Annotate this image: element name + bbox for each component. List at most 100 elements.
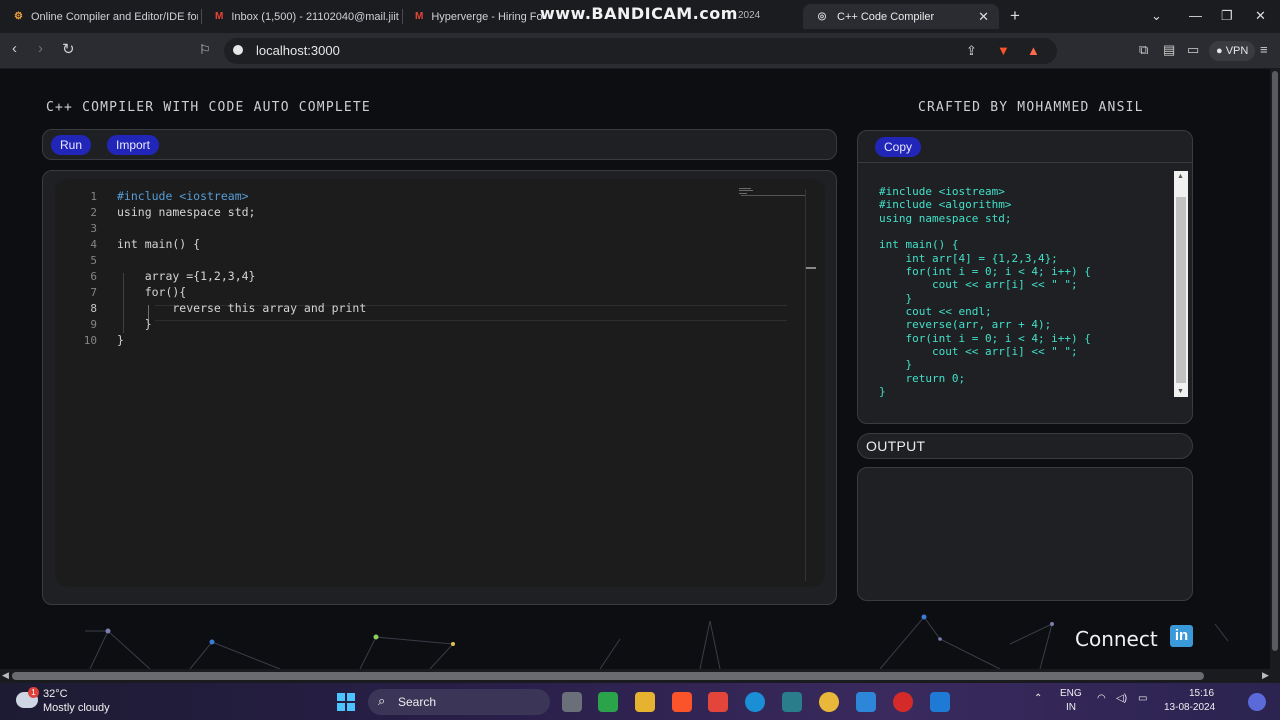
new-tab-icon[interactable]: +: [1010, 6, 1020, 26]
notepad-icon[interactable]: [856, 692, 876, 712]
scroll-right-icon[interactable]: ▶: [1262, 670, 1269, 681]
terminal-icon[interactable]: [782, 692, 802, 712]
line-number: 7: [90, 286, 97, 299]
line-number: 1: [90, 190, 97, 203]
weather-desc[interactable]: Mostly cloudy: [43, 702, 110, 714]
code-line: }: [117, 317, 152, 331]
editor-scrollbar[interactable]: [805, 189, 806, 581]
reload-icon[interactable]: ↻: [62, 40, 75, 58]
vpn-label: VPN: [1225, 45, 1249, 57]
scroll-up-icon[interactable]: ▲: [1177, 173, 1184, 180]
bookmark-icon[interactable]: ⚐: [199, 42, 211, 58]
region-code[interactable]: IN: [1066, 702, 1076, 713]
run-button[interactable]: Run: [51, 135, 92, 155]
line-number: 5: [90, 254, 97, 267]
start-icon[interactable]: [337, 693, 355, 711]
volume-icon[interactable]: ◁): [1116, 693, 1127, 704]
browser-tab-active[interactable]: ◎ C++ Code Compiler ✕: [803, 4, 999, 29]
edge-icon[interactable]: [745, 692, 765, 712]
browser-tab[interactable]: M Hyperverge - Hiring For: [403, 4, 543, 29]
gmail-icon: M: [415, 11, 424, 22]
sidebar-icon[interactable]: ▤: [1163, 42, 1175, 58]
page-vertical-scrollbar[interactable]: [1270, 69, 1280, 669]
tab-title: Inbox (1,500) - 21102040@mail.jiit.a: [231, 10, 399, 23]
line-number: 3: [90, 222, 97, 235]
share-icon[interactable]: ⇪: [966, 43, 977, 59]
tab-divider: [201, 9, 202, 24]
browser-tab-bar: ⚙ Online Compiler and Editor/IDE for M I…: [0, 0, 1280, 33]
result-code-line: cout << arr[i] << " ";: [879, 345, 1078, 358]
page-horizontal-scrollbar[interactable]: ◀ ▶: [0, 669, 1280, 683]
browser-tab[interactable]: M Inbox (1,500) - 21102040@mail.jiit.a: [203, 4, 399, 29]
weather-badge: 1: [28, 687, 39, 698]
weather-temp[interactable]: 32°C: [43, 688, 68, 700]
language-code[interactable]: ENG: [1060, 688, 1082, 699]
web-page: C++ COMPILER WITH CODE AUTO COMPLETE CRA…: [0, 69, 1270, 669]
result-code-line: }: [879, 385, 886, 398]
output-panel: [857, 467, 1193, 601]
widget-app-icon[interactable]: [598, 692, 618, 712]
vscode-icon[interactable]: [930, 692, 950, 712]
gmail-icon: M: [215, 11, 224, 22]
brave-rewards-icon[interactable]: ▲: [1027, 43, 1040, 58]
watermark-year: 2024: [738, 10, 761, 21]
result-code-line: using namespace std;: [879, 212, 1012, 225]
vpn-button[interactable]: ● VPN: [1209, 41, 1256, 61]
app-title: C++ COMPILER WITH CODE AUTO COMPLETE: [46, 100, 371, 115]
tray-chevron-icon[interactable]: ⌃: [1034, 693, 1042, 704]
code-line: int main() {: [117, 237, 201, 251]
battery-icon[interactable]: ▭: [1138, 693, 1147, 704]
scroll-left-icon[interactable]: ◀: [2, 670, 9, 681]
file-explorer-icon[interactable]: [635, 692, 655, 712]
record-icon[interactable]: [893, 692, 913, 712]
taskbar-search[interactable]: ⌕ Search: [368, 689, 550, 715]
import-button[interactable]: Import: [107, 135, 160, 155]
output-title: OUTPUT: [866, 438, 926, 454]
address-bar[interactable]: localhost:3000 ⇪ ▼ ▲: [224, 38, 1057, 64]
editor-minimap[interactable]: [739, 187, 809, 199]
tab-list-chevron-icon[interactable]: ⌄: [1151, 8, 1162, 24]
minimize-icon[interactable]: —: [1189, 8, 1202, 23]
restore-icon[interactable]: ❐: [1221, 8, 1233, 24]
brave-shields-icon[interactable]: ▼: [997, 43, 1010, 58]
line-number: 4: [90, 238, 97, 251]
brave-browser-icon[interactable]: [672, 692, 692, 712]
result-code-line: cout << endl;: [879, 305, 992, 318]
scroll-thumb[interactable]: [1272, 71, 1278, 651]
browser-tab[interactable]: ⚙ Online Compiler and Editor/IDE for: [2, 4, 198, 29]
search-label: Search: [398, 695, 437, 709]
wallet-icon[interactable]: ▭: [1187, 42, 1199, 58]
result-code-line: int main() {: [879, 238, 959, 251]
clock-time[interactable]: 15:16: [1189, 688, 1214, 699]
microsoft-store-icon[interactable]: [708, 692, 728, 712]
result-code-line: return 0;: [879, 372, 966, 385]
line-number: 9: [90, 318, 97, 331]
menu-icon[interactable]: ≡: [1260, 42, 1268, 57]
code-line: #include <iostream>: [117, 189, 249, 203]
copilot-icon[interactable]: [1248, 693, 1266, 711]
wifi-icon[interactable]: ◠: [1097, 693, 1106, 704]
code-line: array ={1,2,3,4}: [117, 269, 256, 283]
linkedin-icon[interactable]: in: [1170, 625, 1193, 647]
forward-icon[interactable]: ›: [38, 40, 43, 57]
clock-date[interactable]: 13-08-2024: [1164, 702, 1215, 713]
result-scrollbar[interactable]: ▲ ▼: [1174, 171, 1188, 397]
copy-button[interactable]: Copy: [875, 137, 922, 157]
scroll-down-icon[interactable]: ▼: [1177, 388, 1184, 395]
close-window-icon[interactable]: ✕: [1255, 8, 1266, 24]
globe-icon: ◎: [817, 11, 827, 22]
compiler-site-icon: ⚙: [14, 11, 23, 22]
code-editor[interactable]: 1 2 3 4 5 6 7 8 9 10 #include <iostream>…: [55, 179, 825, 587]
chrome-icon[interactable]: [819, 692, 839, 712]
tab-title: Hyperverge - Hiring For: [431, 10, 543, 23]
scroll-thumb[interactable]: [1176, 197, 1186, 383]
result-code-line: for(int i = 0; i < 4; i++) {: [879, 265, 1091, 278]
extensions-icon[interactable]: ⧉: [1139, 42, 1148, 58]
search-icon: ⌕: [378, 693, 386, 708]
close-tab-icon[interactable]: ✕: [978, 9, 989, 25]
back-icon[interactable]: ‹: [12, 40, 17, 57]
site-info-icon[interactable]: [233, 45, 243, 55]
task-view-icon[interactable]: [562, 692, 582, 712]
panel-divider: [858, 162, 1192, 163]
scroll-thumb[interactable]: [12, 672, 1204, 680]
